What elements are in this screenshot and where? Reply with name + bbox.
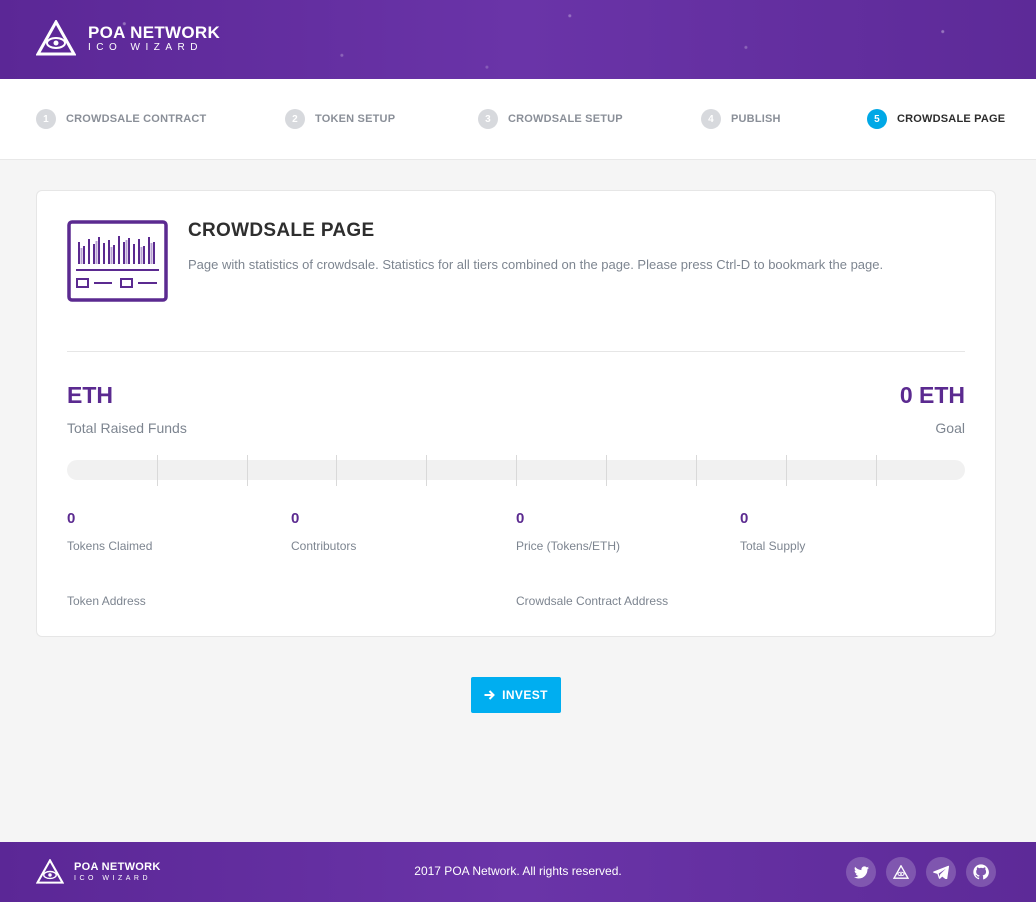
progress-tick bbox=[247, 455, 248, 486]
tokens-claimed-label: Tokens Claimed bbox=[67, 539, 153, 553]
step-crowdsale-setup[interactable]: 3 CROWDSALE SETUP bbox=[478, 109, 623, 129]
telegram-icon bbox=[933, 865, 949, 879]
total-supply-value: 0 bbox=[740, 510, 749, 527]
app-footer: POA NETWORK ICO WIZARD 2017 POA Network.… bbox=[0, 842, 1036, 902]
header-logo-title: POA NETWORK bbox=[88, 22, 221, 42]
app-header: POA NETWORK ICO WIZARD bbox=[0, 0, 1036, 79]
price-label: Price (Tokens/ETH) bbox=[516, 539, 621, 553]
step-number: 1 bbox=[36, 109, 56, 129]
progress-tick bbox=[336, 455, 337, 486]
twitter-icon bbox=[853, 865, 869, 878]
progress-tick bbox=[786, 455, 787, 486]
total-supply-label: Total Supply bbox=[740, 539, 806, 553]
crowdsale-page-icon bbox=[67, 220, 168, 302]
goal-value: 0 ETH bbox=[899, 382, 965, 408]
price-value: 0 bbox=[516, 510, 525, 527]
telegram-link[interactable] bbox=[926, 857, 956, 887]
tokens-claimed-value: 0 bbox=[67, 510, 76, 527]
step-label: TOKEN SETUP bbox=[315, 113, 396, 125]
step-label: PUBLISH bbox=[731, 113, 781, 125]
contributors-label: Contributors bbox=[291, 539, 357, 553]
step-crowdsale-page[interactable]: 5 CROWDSALE PAGE bbox=[867, 109, 1005, 129]
step-number: 2 bbox=[285, 109, 305, 129]
invest-button[interactable]: INVEST bbox=[471, 677, 561, 713]
token-address-label: Token Address bbox=[67, 594, 146, 608]
step-label: CROWDSALE PAGE bbox=[897, 113, 1006, 125]
card-description: Page with statistics of crowdsale. Stati… bbox=[188, 257, 884, 272]
step-crowdsale-contract[interactable]: 1 CROWDSALE CONTRACT bbox=[36, 109, 206, 129]
progress-tick bbox=[876, 455, 877, 486]
poa-link[interactable] bbox=[886, 857, 916, 887]
goal-label: Goal bbox=[935, 420, 965, 436]
divider bbox=[67, 351, 965, 352]
progress-tick bbox=[696, 455, 697, 486]
copyright-text: 2017 POA Network. All rights reserved. bbox=[414, 864, 622, 878]
step-number: 5 bbox=[867, 109, 887, 129]
step-label: CROWDSALE SETUP bbox=[508, 113, 623, 125]
card-title: CROWDSALE PAGE bbox=[188, 220, 375, 241]
step-publish[interactable]: 4 PUBLISH bbox=[701, 109, 781, 129]
header-logo-subtitle: ICO WIZARD bbox=[88, 41, 203, 53]
invest-button-label: INVEST bbox=[502, 688, 548, 702]
arrow-right-icon bbox=[484, 690, 496, 700]
header-logo[interactable]: POA NETWORK ICO WIZARD bbox=[36, 20, 220, 56]
step-token-setup[interactable]: 2 TOKEN SETUP bbox=[285, 109, 395, 129]
contributors-value: 0 bbox=[291, 510, 300, 527]
step-label: CROWDSALE CONTRACT bbox=[66, 113, 207, 125]
github-icon bbox=[973, 864, 989, 880]
total-raised-value: ETH bbox=[67, 382, 113, 408]
step-number: 4 bbox=[701, 109, 721, 129]
progress-tick bbox=[157, 455, 158, 486]
poa-eye-logo-icon bbox=[36, 20, 76, 56]
progress-tick bbox=[516, 455, 517, 486]
total-raised-label: Total Raised Funds bbox=[67, 420, 187, 436]
progress-tick bbox=[606, 455, 607, 486]
steps-bar: 1 CROWDSALE CONTRACT 2 TOKEN SETUP 3 CRO… bbox=[0, 79, 1036, 160]
github-link[interactable] bbox=[966, 857, 996, 887]
poa-icon bbox=[893, 865, 909, 879]
twitter-link[interactable] bbox=[846, 857, 876, 887]
crowdsale-contract-address-label: Crowdsale Contract Address bbox=[516, 594, 669, 608]
crowdsale-stats-card: CROWDSALE PAGE Page with statistics of c… bbox=[36, 190, 996, 637]
progress-tick bbox=[426, 455, 427, 486]
step-number: 3 bbox=[478, 109, 498, 129]
